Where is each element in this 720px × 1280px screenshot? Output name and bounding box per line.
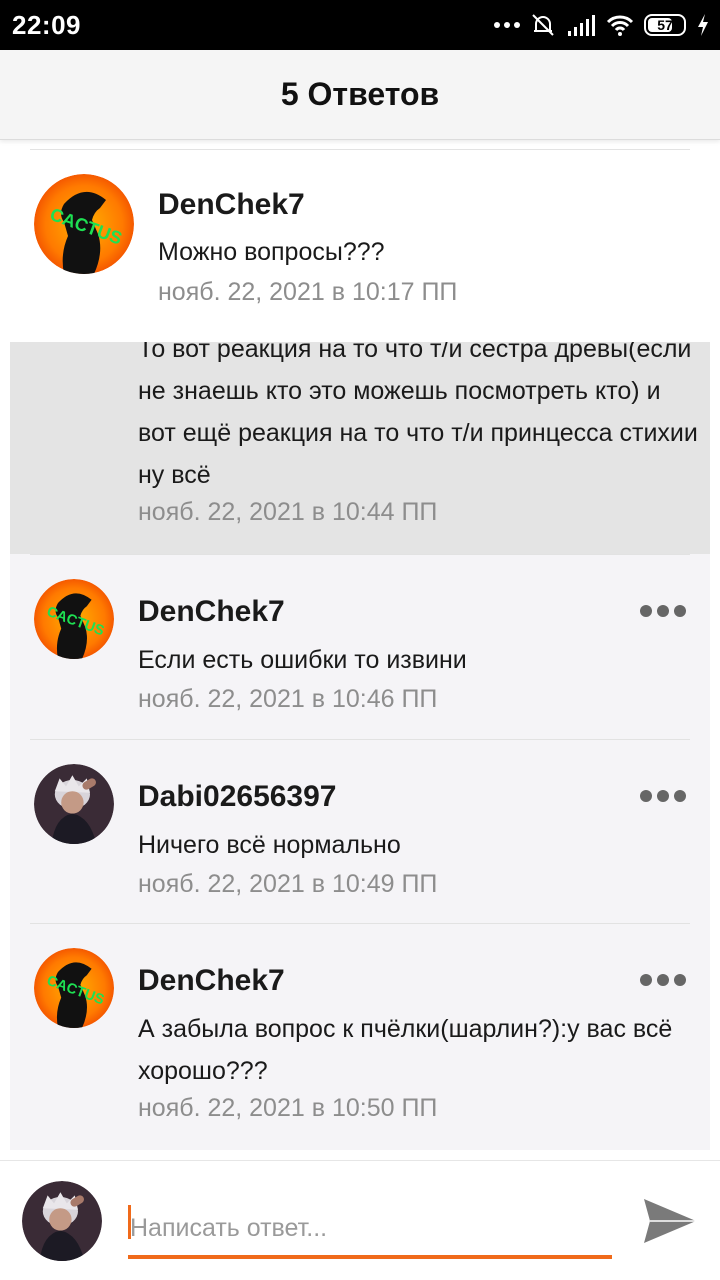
reply-author[interactable]: Dabi02656397 xyxy=(138,780,337,814)
status-time: 22:09 xyxy=(12,10,81,40)
send-icon[interactable] xyxy=(640,1191,700,1251)
reply-item-highlighted[interactable]: То вот реакция на то что т/и сестра древ… xyxy=(10,342,710,554)
original-comment: CACTUS DenChek7 Можно вопросы??? нояб. 2… xyxy=(0,150,720,342)
signal-icon xyxy=(568,15,595,36)
reply-author[interactable]: DenChek7 xyxy=(138,595,285,629)
mute-bell-icon xyxy=(532,14,554,36)
reply-composer xyxy=(0,1160,720,1280)
avatar[interactable]: CACTUS xyxy=(34,174,134,274)
wifi-icon xyxy=(606,15,634,36)
avatar[interactable]: CACTUS xyxy=(34,579,114,659)
reply-author[interactable]: DenChek7 xyxy=(138,964,285,998)
current-user-avatar xyxy=(22,1181,102,1261)
page-title: 5 Ответов xyxy=(280,76,440,112)
charging-bolt-icon xyxy=(698,14,708,36)
reply-text: То вот реакция на то что т/и сестра древ… xyxy=(138,342,698,489)
reply-date: нояб. 22, 2021 в 10:50 ПП xyxy=(138,1094,438,1122)
status-bar: 22:09 57 xyxy=(0,0,720,50)
reply-text: Ничего всё нормально xyxy=(138,831,401,859)
reply-date: нояб. 22, 2021 в 10:46 ПП xyxy=(138,685,438,713)
reply-input[interactable] xyxy=(128,1201,612,1259)
more-options-icon[interactable] xyxy=(640,788,686,804)
reply-text: Если есть ошибки то извини xyxy=(138,646,467,674)
more-notifications-icon xyxy=(494,22,520,28)
reply-date: нояб. 22, 2021 в 10:49 ПП xyxy=(138,870,438,898)
reply-item: CACTUS DenChek7 Если есть ошибки то изви… xyxy=(10,555,710,739)
battery-indicator: 57 xyxy=(644,14,686,36)
avatar[interactable] xyxy=(34,764,114,844)
reply-item: Dabi02656397 Ничего всё нормально нояб. … xyxy=(10,740,710,923)
battery-level: 57 xyxy=(657,17,673,33)
comment-date: нояб. 22, 2021 в 10:17 ПП xyxy=(158,278,458,306)
more-options-icon[interactable] xyxy=(640,972,686,988)
reply-item: CACTUS DenChek7 А забыла вопрос к пчёлки… xyxy=(10,924,710,1150)
comment-text: Можно вопросы??? xyxy=(158,238,385,266)
avatar[interactable]: CACTUS xyxy=(34,948,114,1028)
replies-list: То вот реакция на то что т/и сестра древ… xyxy=(10,342,710,1150)
reply-text: А забыла вопрос к пчёлки(шарлин?):у вас … xyxy=(138,1015,673,1085)
more-options-icon[interactable] xyxy=(640,603,686,619)
status-icons: 57 xyxy=(494,10,710,40)
reply-date: нояб. 22, 2021 в 10:44 ПП xyxy=(138,498,438,526)
header: 5 Ответов xyxy=(0,50,720,140)
comment-author[interactable]: DenChek7 xyxy=(158,188,305,222)
text-cursor xyxy=(128,1205,131,1239)
